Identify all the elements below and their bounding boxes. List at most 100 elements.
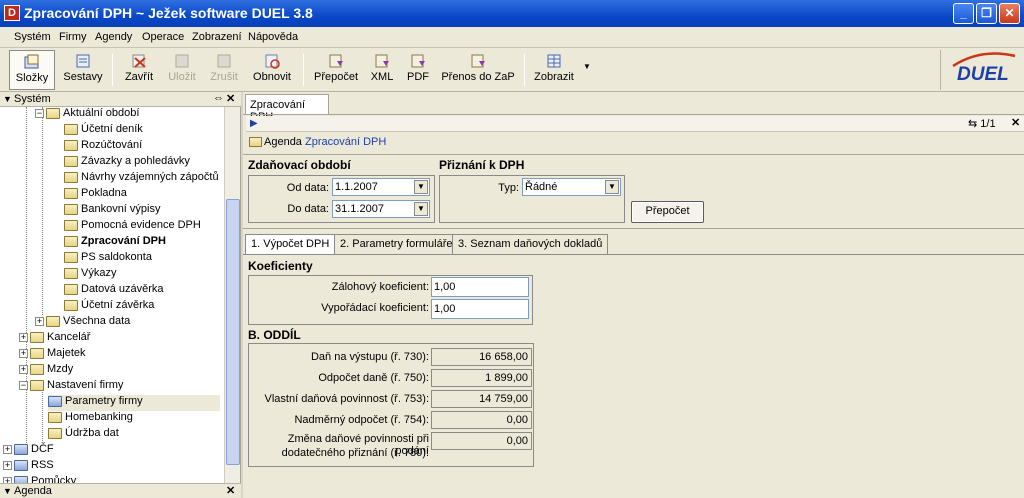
app-icon[interactable]: D: [4, 5, 20, 21]
dropdown-icon[interactable]: ▼: [414, 180, 428, 194]
tree-scrollbar[interactable]: [224, 107, 240, 483]
tree-item-vsechna-data[interactable]: + Všechna data: [35, 315, 130, 331]
show-button[interactable]: Zobrazit: [530, 50, 578, 90]
tab-vypocet-dph[interactable]: 1. Výpočet DPH: [245, 234, 336, 255]
tree-item-mzdy[interactable]: + Mzdy: [19, 363, 73, 379]
tree-item-datova-uzaverka[interactable]: Datová uzávěrka: [64, 283, 164, 299]
xml-button[interactable]: XML: [366, 50, 398, 90]
own-tax-liability-label: Vlastní daňová povinnost (ř. 753):: [264, 393, 429, 405]
folder-icon: [48, 427, 62, 439]
tree-item-nastaveni-firmy[interactable]: − Nastavení firmy: [19, 379, 123, 395]
tab-seznam-dokladu[interactable]: 3. Seznam daňových dokladů: [452, 234, 609, 254]
collapse-arrow-icon[interactable]: ▼: [3, 94, 12, 104]
swap-icon[interactable]: ⇔: [213, 92, 224, 104]
agenda-panel-header[interactable]: ▼ Agenda ✕: [0, 483, 241, 498]
collapse-icon[interactable]: −: [19, 380, 28, 390]
menu-firmy[interactable]: Firmy: [59, 31, 87, 43]
own-tax-liability-value: 14 759,00: [431, 390, 532, 408]
tab-parametry-formulare[interactable]: 2. Parametry formuláře: [334, 234, 459, 254]
tree-item-udrzba-dat[interactable]: Údržba dat: [48, 427, 119, 443]
expand-icon[interactable]: +: [3, 444, 12, 454]
liability-change-value: 0,00: [431, 432, 532, 450]
tree-item-rozuctovani[interactable]: Rozúčtování: [64, 139, 142, 155]
tree-item-navrhy[interactable]: Návrhy vzájemných zápočtů: [64, 171, 219, 187]
document-tab[interactable]: Zpracování DPH: [245, 94, 329, 123]
tree-item-bankovni-vypisy[interactable]: Bankovní výpisy: [64, 203, 160, 219]
expand-icon[interactable]: +: [19, 332, 28, 342]
tree-item-zpracovani-dph[interactable]: Zpracování DPH: [64, 235, 166, 251]
close-icon[interactable]: ✕: [1011, 116, 1020, 129]
minimize-icon[interactable]: _: [953, 3, 974, 24]
tree-item-aktualni-obdobi[interactable]: − Aktuální období: [35, 107, 139, 123]
tree-item-majetek[interactable]: + Majetek: [19, 347, 86, 363]
folder-icon: [30, 347, 44, 359]
cancel-button[interactable]: Zrušit: [204, 50, 244, 90]
save-label: Uložit: [168, 71, 196, 83]
expand-icon[interactable]: +: [3, 460, 12, 470]
folders-button[interactable]: Složky: [9, 50, 55, 90]
menu-system[interactable]: Systém: [14, 31, 51, 43]
tree-item-rss[interactable]: + RSS: [3, 459, 54, 475]
restore-icon[interactable]: ❐: [976, 3, 997, 24]
panel-header: ▼ Systém ⇔ ✕: [0, 92, 241, 107]
tree-item-ps-saldokonta[interactable]: PS saldokonta: [64, 251, 152, 267]
tree-item-pomucky[interactable]: + Pomůcky: [3, 475, 76, 483]
section-b-title: B. ODDÍL: [248, 328, 301, 342]
advance-coef-label: Zálohový koeficient:: [331, 281, 429, 293]
period-group-title: Zdaňovací období: [248, 158, 351, 172]
to-date-field[interactable]: 31.1.2007 ▼: [332, 200, 430, 218]
tree-item-label: Účetní deník: [81, 123, 143, 135]
collapse-icon[interactable]: −: [35, 108, 44, 118]
tree-item-ucetni-zaverka[interactable]: Účetní závěrka: [64, 299, 154, 315]
tree-item-label: Údržba dat: [65, 427, 119, 439]
refresh-button[interactable]: Obnovit: [248, 50, 296, 90]
reports-button[interactable]: Sestavy: [60, 50, 106, 90]
advance-coef-input[interactable]: 1,00: [431, 277, 529, 297]
tree-line: [42, 387, 43, 441]
close-icon[interactable]: ✕: [999, 3, 1020, 24]
menu-operace[interactable]: Operace: [142, 31, 184, 43]
agenda-link[interactable]: Zpracování DPH: [305, 136, 386, 148]
recalc-label: Přepočet: [313, 71, 359, 83]
dropdown-icon[interactable]: ▼: [414, 202, 428, 216]
close-doc-button[interactable]: Zavřít: [118, 50, 160, 90]
tree-item-label: Parametry firmy: [65, 395, 143, 407]
tree-item-vykazy[interactable]: Výkazy: [64, 267, 116, 283]
pdf-button[interactable]: PDF: [402, 50, 434, 90]
expand-icon[interactable]: +: [35, 316, 44, 326]
tree-item-pokladna[interactable]: Pokladna: [64, 187, 127, 203]
menu-agendy[interactable]: Agendy: [95, 31, 132, 43]
from-date-field[interactable]: 1.1.2007 ▼: [332, 178, 430, 196]
recalc-button[interactable]: Přepočet: [310, 50, 362, 90]
expand-icon[interactable]: +: [19, 348, 28, 358]
recalc-form-button[interactable]: Přepočet: [631, 201, 704, 223]
tree-item-homebanking[interactable]: Homebanking: [48, 411, 133, 427]
tree-item-ucetni-denik[interactable]: Účetní deník: [64, 123, 143, 139]
tree-item-label: Majetek: [47, 347, 86, 359]
type-select[interactable]: Řádné ▼: [522, 178, 621, 196]
tree-item-pomocna-evidence[interactable]: Pomocná evidence DPH: [64, 219, 201, 235]
scrollbar-thumb[interactable]: [226, 199, 240, 465]
dropdown-icon[interactable]: ▼: [605, 180, 619, 194]
tree-item-parametry-firmy[interactable]: Parametry firmy: [48, 395, 220, 411]
to-date-value: 31.1.2007: [335, 203, 384, 215]
panel-close-icon[interactable]: ✕: [226, 484, 235, 497]
panel-close-icon[interactable]: ✕: [226, 92, 235, 105]
save-button[interactable]: Uložit: [162, 50, 202, 90]
chevron-down-icon[interactable]: ▼: [582, 62, 592, 74]
tree-item-label: Rozúčtování: [81, 139, 143, 151]
expand-icon[interactable]: +: [19, 364, 28, 374]
play-icon[interactable]: ▶: [250, 118, 258, 129]
transfer-button[interactable]: Přenos do ZaP: [438, 50, 518, 90]
tree-item-label: Účetní závěrka: [81, 299, 155, 311]
tree-item-kancelar[interactable]: + Kancelář: [19, 331, 90, 347]
collapse-arrow-icon[interactable]: ▼: [3, 486, 12, 496]
cycle-icon[interactable]: ⇆: [968, 118, 977, 130]
menu-napoveda[interactable]: Nápověda: [248, 31, 298, 43]
tree-item-zavazky[interactable]: Závazky a pohledávky: [64, 155, 190, 171]
tab-content: Koeficienty Zálohový koeficient: 1,00 Vy…: [243, 255, 1024, 498]
menu-zobrazeni[interactable]: Zobrazení: [192, 31, 242, 43]
reports-label: Sestavy: [63, 71, 103, 83]
tree-item-dcf[interactable]: + DČF: [3, 443, 54, 459]
settle-coef-input[interactable]: 1,00: [431, 299, 529, 319]
